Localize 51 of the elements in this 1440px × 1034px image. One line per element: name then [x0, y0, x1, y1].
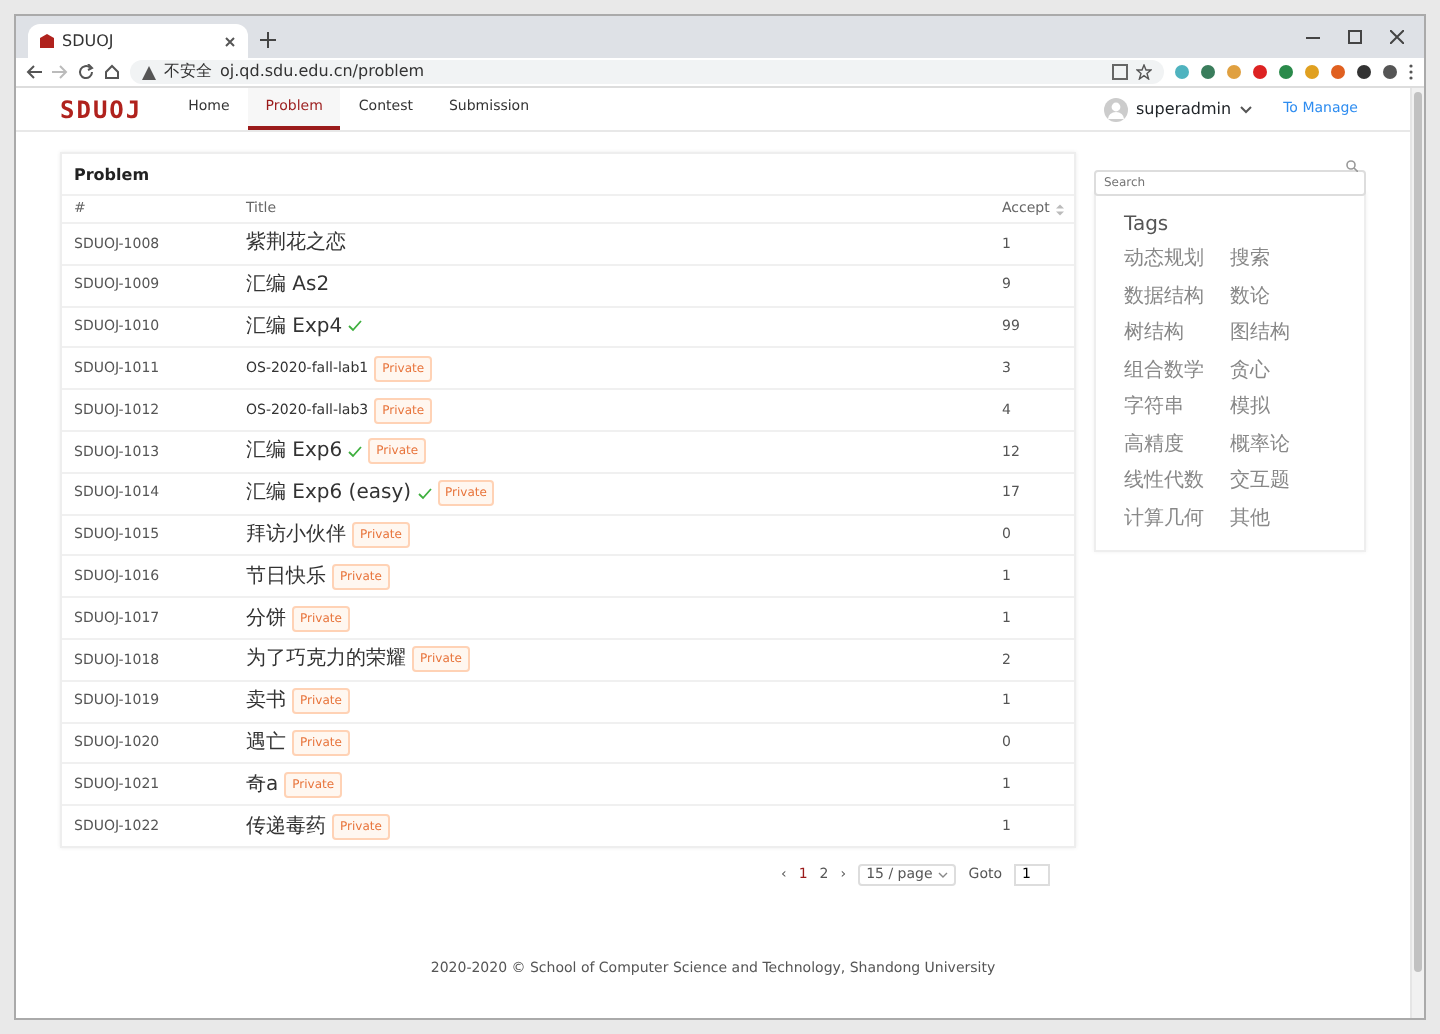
card-title: Problem	[72, 164, 152, 188]
close-icon[interactable]	[1390, 30, 1404, 44]
tag-link[interactable]: 数论	[1230, 283, 1336, 312]
close-icon[interactable]	[224, 35, 236, 47]
problem-title[interactable]: 奇a	[246, 769, 279, 800]
site-logo[interactable]: SDUOJ	[60, 91, 143, 127]
tag-link[interactable]: 高精度	[1124, 431, 1230, 460]
tag-link[interactable]: 计算几何	[1124, 505, 1230, 534]
tag-link[interactable]: 组合数学	[1124, 357, 1230, 386]
star-icon[interactable]	[1136, 64, 1152, 80]
problem-title[interactable]: 汇编 Exp4	[246, 311, 343, 342]
browser-tab[interactable]: SDUOJ	[28, 24, 248, 58]
problem-title[interactable]: 汇编 Exp6	[246, 436, 343, 467]
home-icon[interactable]	[104, 64, 120, 80]
site-icon	[40, 34, 54, 48]
problem-title[interactable]: 分饼	[246, 603, 286, 634]
problem-title[interactable]: 节日快乐	[246, 561, 326, 592]
tag-link[interactable]: 搜索	[1230, 246, 1336, 275]
tag-link[interactable]: 动态规划	[1124, 246, 1230, 275]
caret-icon	[938, 871, 949, 878]
scrollbar[interactable]	[1410, 88, 1424, 1018]
tag-link[interactable]: 树结构	[1124, 320, 1230, 349]
address-bar[interactable]: 不安全 oj.qd.sdu.edu.cn/problem	[130, 60, 1164, 84]
caret-icon[interactable]	[1239, 105, 1252, 113]
problem-title[interactable]: 遇亡	[246, 727, 286, 758]
tag-link[interactable]: 线性代数	[1124, 468, 1230, 497]
maximize-icon[interactable]	[1348, 30, 1362, 44]
tag-link[interactable]: 数据结构	[1124, 283, 1230, 312]
card-title: Tags	[1124, 212, 1171, 240]
tag-link[interactable]: 模拟	[1230, 394, 1336, 423]
problem-title[interactable]: 为了巧克力的荣耀	[246, 644, 406, 675]
problem-title[interactable]: 汇编 Exp6 (easy)	[246, 478, 412, 509]
user-name[interactable]: superadmin	[1136, 97, 1232, 121]
translate-icon[interactable]	[1112, 64, 1128, 80]
tag-link[interactable]: 交互题	[1230, 468, 1336, 497]
tag-link[interactable]: 图结构	[1230, 320, 1336, 349]
problem-title[interactable]: 传递毒药	[246, 811, 326, 842]
back-icon[interactable]	[26, 64, 42, 80]
tag-link[interactable]: 贪心	[1230, 357, 1336, 386]
reload-icon[interactable]	[78, 64, 94, 80]
tag-link[interactable]: 概率论	[1230, 431, 1336, 460]
problem-title[interactable]: 卖书	[246, 686, 286, 717]
problem-title[interactable]: 拜访小伙伴	[246, 519, 346, 550]
problem-title[interactable]: 紫荆花之恋	[246, 228, 346, 259]
problem-title[interactable]: 汇编 As2	[246, 270, 330, 301]
warning-icon	[142, 65, 156, 79]
new-tab-icon[interactable]	[260, 32, 276, 48]
tag-link[interactable]: 字符串	[1124, 394, 1230, 423]
search-icon[interactable]	[1346, 159, 1358, 171]
tag-link[interactable]: 其他	[1230, 505, 1336, 534]
menu-icon[interactable]	[1408, 64, 1414, 80]
